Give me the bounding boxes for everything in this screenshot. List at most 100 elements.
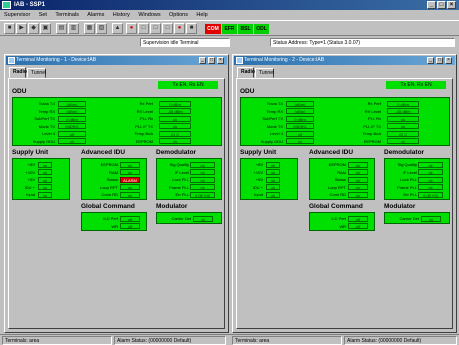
toolbar-button-3[interactable]: ◆ (28, 23, 39, 34)
toolbar-button-10[interactable]: ● (126, 23, 137, 34)
odu-left-row[interactable]: Level 4 (243, 130, 283, 137)
advidu-row[interactable]: Conn RD (312, 191, 346, 198)
pane-maximize-icon[interactable]: □ (208, 57, 215, 64)
odu-right-row[interactable]: PLL Rx (113, 115, 153, 122)
odu-left-row[interactable]: Level 4 (15, 130, 55, 137)
odu-right-row[interactable]: RX Level (113, 108, 153, 115)
tab-radio[interactable]: Radio (9, 67, 27, 78)
menu-supervisor[interactable]: Supervisor (4, 12, 30, 18)
supply-row[interactable]: +5V (243, 176, 263, 183)
global-row[interactable]: ILD Perf (312, 215, 346, 222)
odu-left-row[interactable]: Temp RX (15, 108, 55, 115)
demod-row[interactable]: IF Level (159, 169, 189, 176)
toolbar-button-9[interactable]: ▲ (112, 23, 123, 34)
odu-right-row[interactable]: EEPROM (341, 138, 381, 145)
tab-tunnel[interactable]: Tunnel (27, 68, 46, 78)
global-row[interactable]: WR (84, 223, 118, 230)
modulator-row[interactable]: Carrier Det (387, 215, 419, 222)
odu-left-row[interactable]: SubPerf TX (243, 115, 283, 122)
advidu-row[interactable]: Status (312, 176, 346, 183)
menu-windows[interactable]: Windows (138, 12, 160, 18)
global-row[interactable]: ILD Perf (84, 215, 118, 222)
odu-left-row[interactable]: Trans TX (15, 100, 55, 107)
toolbar-button-7[interactable]: ▦ (84, 23, 95, 34)
tab-tunnel[interactable]: Tunnel (255, 68, 274, 78)
odu-left-row[interactable]: Supply ODU (15, 138, 55, 145)
odu-right-row[interactable]: PLL IF TX (341, 123, 381, 130)
minimize-icon[interactable]: _ (427, 1, 436, 9)
tab-radio[interactable]: Radio (237, 67, 255, 78)
toolbar-button-8[interactable]: ▧ (96, 23, 107, 34)
advidu-row[interactable]: RAM (312, 169, 346, 176)
supply-row[interactable]: +10V (243, 169, 263, 176)
odu-left-row[interactable]: Trans TX (243, 100, 283, 107)
odu-left-row[interactable]: Mode TX (243, 123, 283, 130)
toolbar-button-15[interactable]: ■ (186, 23, 197, 34)
toolbar-button-2[interactable]: ▶ (16, 23, 27, 34)
odu-left-label: Temp RX (38, 108, 55, 114)
menu-terminals[interactable]: Terminals (55, 12, 79, 18)
pane-minimize-icon[interactable]: _ (199, 57, 206, 64)
toolbar-button-6[interactable]: ▥ (68, 23, 79, 34)
menu-history[interactable]: History (113, 12, 130, 18)
advidu-row[interactable]: Conn RD (84, 191, 118, 198)
advidu-label: Loop RPT (327, 184, 346, 190)
demod-row[interactable]: Err PLL (387, 191, 417, 198)
supply-row[interactable]: Input (243, 191, 263, 198)
demod-row[interactable]: IF Level (387, 169, 417, 176)
odu-right-row[interactable]: RX Level (341, 108, 381, 115)
toolbar-button-11[interactable]: □ (138, 23, 149, 34)
menu-set[interactable]: Set (39, 12, 47, 18)
odu-right-row[interactable]: Rx Perf (113, 100, 153, 107)
supply-row[interactable]: +10V (15, 169, 35, 176)
advidu-row[interactable]: EEPROM (312, 161, 346, 168)
demod-row[interactable]: Err PLL (159, 191, 189, 198)
close-icon[interactable]: × (447, 1, 456, 9)
advidu-label: Loop RPT (99, 184, 118, 190)
menu-alarms[interactable]: Alarms (87, 12, 104, 18)
odu-right-row[interactable]: PLL IF TX (113, 123, 153, 130)
pane-close-icon[interactable]: × (445, 57, 452, 64)
advidu-row[interactable]: Loop RPT (312, 184, 346, 191)
advidu-row[interactable]: RAM (84, 169, 118, 176)
toolbar-button-1[interactable]: ■ (4, 23, 15, 34)
demod-row[interactable]: Lock PLL (387, 176, 417, 183)
odu-left-row[interactable]: SubPerf TX (15, 115, 55, 122)
toolbar-button-14[interactable]: ● (174, 23, 185, 34)
supply-row[interactable]: Input (15, 191, 35, 198)
global-row[interactable]: WR (312, 223, 346, 230)
odu-left-row[interactable]: Temp RX (243, 108, 283, 115)
demod-row[interactable]: Frame PLL (159, 184, 189, 191)
demod-row[interactable]: Sig Quality (387, 161, 417, 168)
menu-options[interactable]: Options (169, 12, 188, 18)
pane-maximize-icon[interactable]: □ (436, 57, 443, 64)
odu-left-row[interactable]: Supply ODU (243, 138, 283, 145)
advidu-row[interactable]: EEPROM (84, 161, 118, 168)
toolbar-button-13[interactable]: □ (162, 23, 173, 34)
odu-right-row[interactable]: Rx Perf (341, 100, 381, 107)
supply-row[interactable]: +8V (15, 161, 35, 168)
odu-right-row[interactable]: PLL Rx (341, 115, 381, 122)
demod-label: IF Level (402, 169, 417, 175)
advidu-row[interactable]: Loop RPT (84, 184, 118, 191)
toolbar-button-5[interactable]: ▤ (56, 23, 67, 34)
supply-row[interactable]: IDU + (15, 184, 35, 191)
pane-minimize-icon[interactable]: _ (427, 57, 434, 64)
advidu-row[interactable]: Status (84, 176, 118, 183)
odu-left-row[interactable]: Mode TX (15, 123, 55, 130)
toolbar-button-12[interactable]: □ (150, 23, 161, 34)
toolbar-button-4[interactable]: ▣ (40, 23, 51, 34)
odu-right-row[interactable]: EEPROM (113, 138, 153, 145)
modulator-row[interactable]: Carrier Det (159, 215, 191, 222)
menu-help[interactable]: Help (196, 12, 207, 18)
supply-row[interactable]: +8V (243, 161, 263, 168)
demod-row[interactable]: Frame PLL (387, 184, 417, 191)
odu-right-row[interactable]: Temp BoA (113, 130, 153, 137)
supply-row[interactable]: IDU + (243, 184, 263, 191)
demod-row[interactable]: Sig Quality (159, 161, 189, 168)
pane-close-icon[interactable]: × (217, 57, 224, 64)
maximize-icon[interactable]: □ (437, 1, 446, 9)
supply-row[interactable]: +5V (15, 176, 35, 183)
odu-right-row[interactable]: Temp BoA (341, 130, 381, 137)
demod-row[interactable]: Lock PLL (159, 176, 189, 183)
